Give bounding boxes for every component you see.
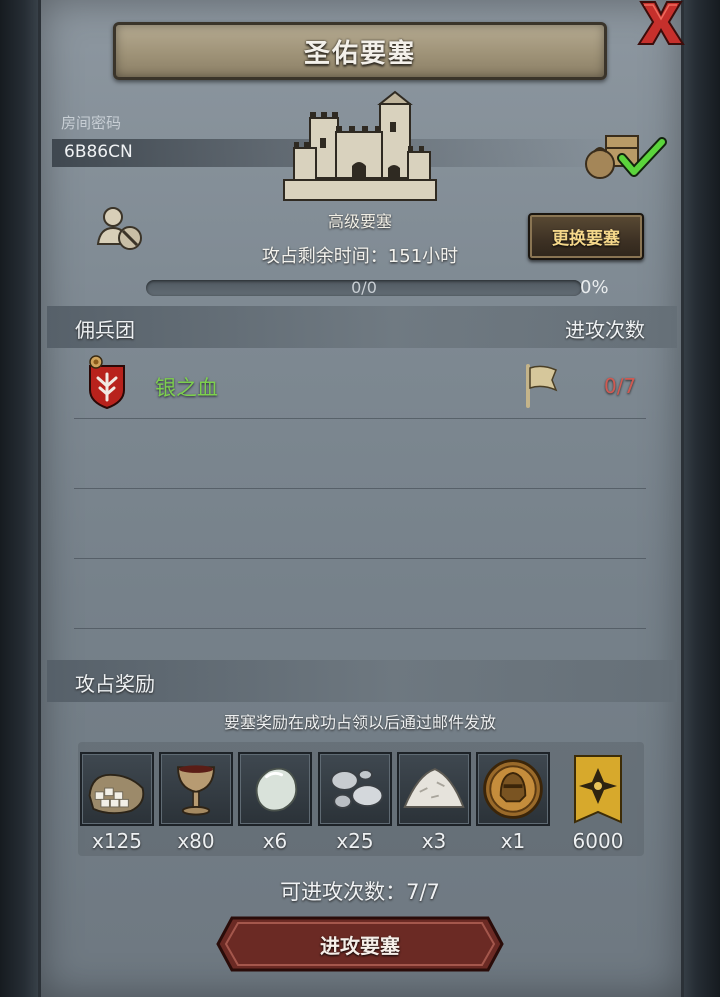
reward-quantity: x6 [262,829,288,853]
reward-item-gold-banner[interactable]: 6000 [561,752,635,853]
goblet-icon [177,765,215,816]
capture-progress-text: 0/0 [351,278,377,297]
reward-quantity: x3 [421,829,447,853]
reward-item-salt-sack[interactable]: x125 [80,752,154,853]
row-divider [74,488,646,489]
supplies-check-icon [585,135,667,179]
capture-progress-percent: 0% [580,277,609,298]
room-code: 6B86CN [64,142,133,162]
attack-fortress-label: 进攻要塞 [320,933,400,958]
right-background-edge [680,0,720,997]
reward-quantity: x25 [336,829,374,853]
close-x-icon [637,0,685,45]
mercenary-section-header: 佣兵团 进攻次数 [47,306,677,348]
guild-emblem-icon[interactable] [84,354,130,410]
salt-pile-icon [403,768,465,808]
row-divider [74,418,646,419]
close-button[interactable] [632,0,690,46]
left-background-edge [0,0,40,997]
title-banner: 圣佑要塞 [113,22,607,80]
guild-attack-count: 0/7 [604,374,637,398]
gold-banner-icon [574,755,622,824]
guild-name: 银之血 [155,376,218,400]
knight-medal-icon [483,759,543,819]
rewards-section-header: 攻占奖励 [47,660,677,702]
attack-fortress-button[interactable]: 进攻要塞 [216,916,504,972]
reward-item-salt-pile[interactable]: x3 [397,752,471,853]
reward-item-pearl[interactable]: x6 [238,752,312,853]
attack-count-header-label: 进攻次数 [565,318,645,342]
page-title: 圣佑要塞 [303,38,416,69]
row-divider [74,558,646,559]
reward-quantity: x80 [177,829,215,853]
mercenary-header-label: 佣兵团 [75,318,135,342]
reward-item-goblet[interactable]: x80 [159,752,233,853]
reward-quantity: x1 [500,829,526,853]
reward-item-knight-medal[interactable]: x1 [476,752,550,853]
rewards-header-label: 攻占奖励 [75,672,155,696]
reward-item-silver-ore[interactable]: x25 [318,752,392,853]
reward-note-text: 要塞奖励在成功占领以后通过邮件发放 [223,713,496,732]
room-password-label: 房间密码 [61,114,122,132]
castle-icon [283,90,437,201]
salt-sack-icon [88,773,145,815]
available-attacks-text: 可进攻次数：7/7 [280,880,440,904]
capture-progress-bar: 0/0 [146,278,582,297]
reward-quantity: x125 [91,829,142,853]
row-divider [74,628,646,629]
reward-quantity: 6000 [572,829,624,853]
remaining-time-text: 攻占剩余时间：151小时 [261,246,459,267]
flag-icon [526,364,558,408]
pearl-stone-icon [255,767,298,812]
silver-ore-icon [330,769,384,809]
